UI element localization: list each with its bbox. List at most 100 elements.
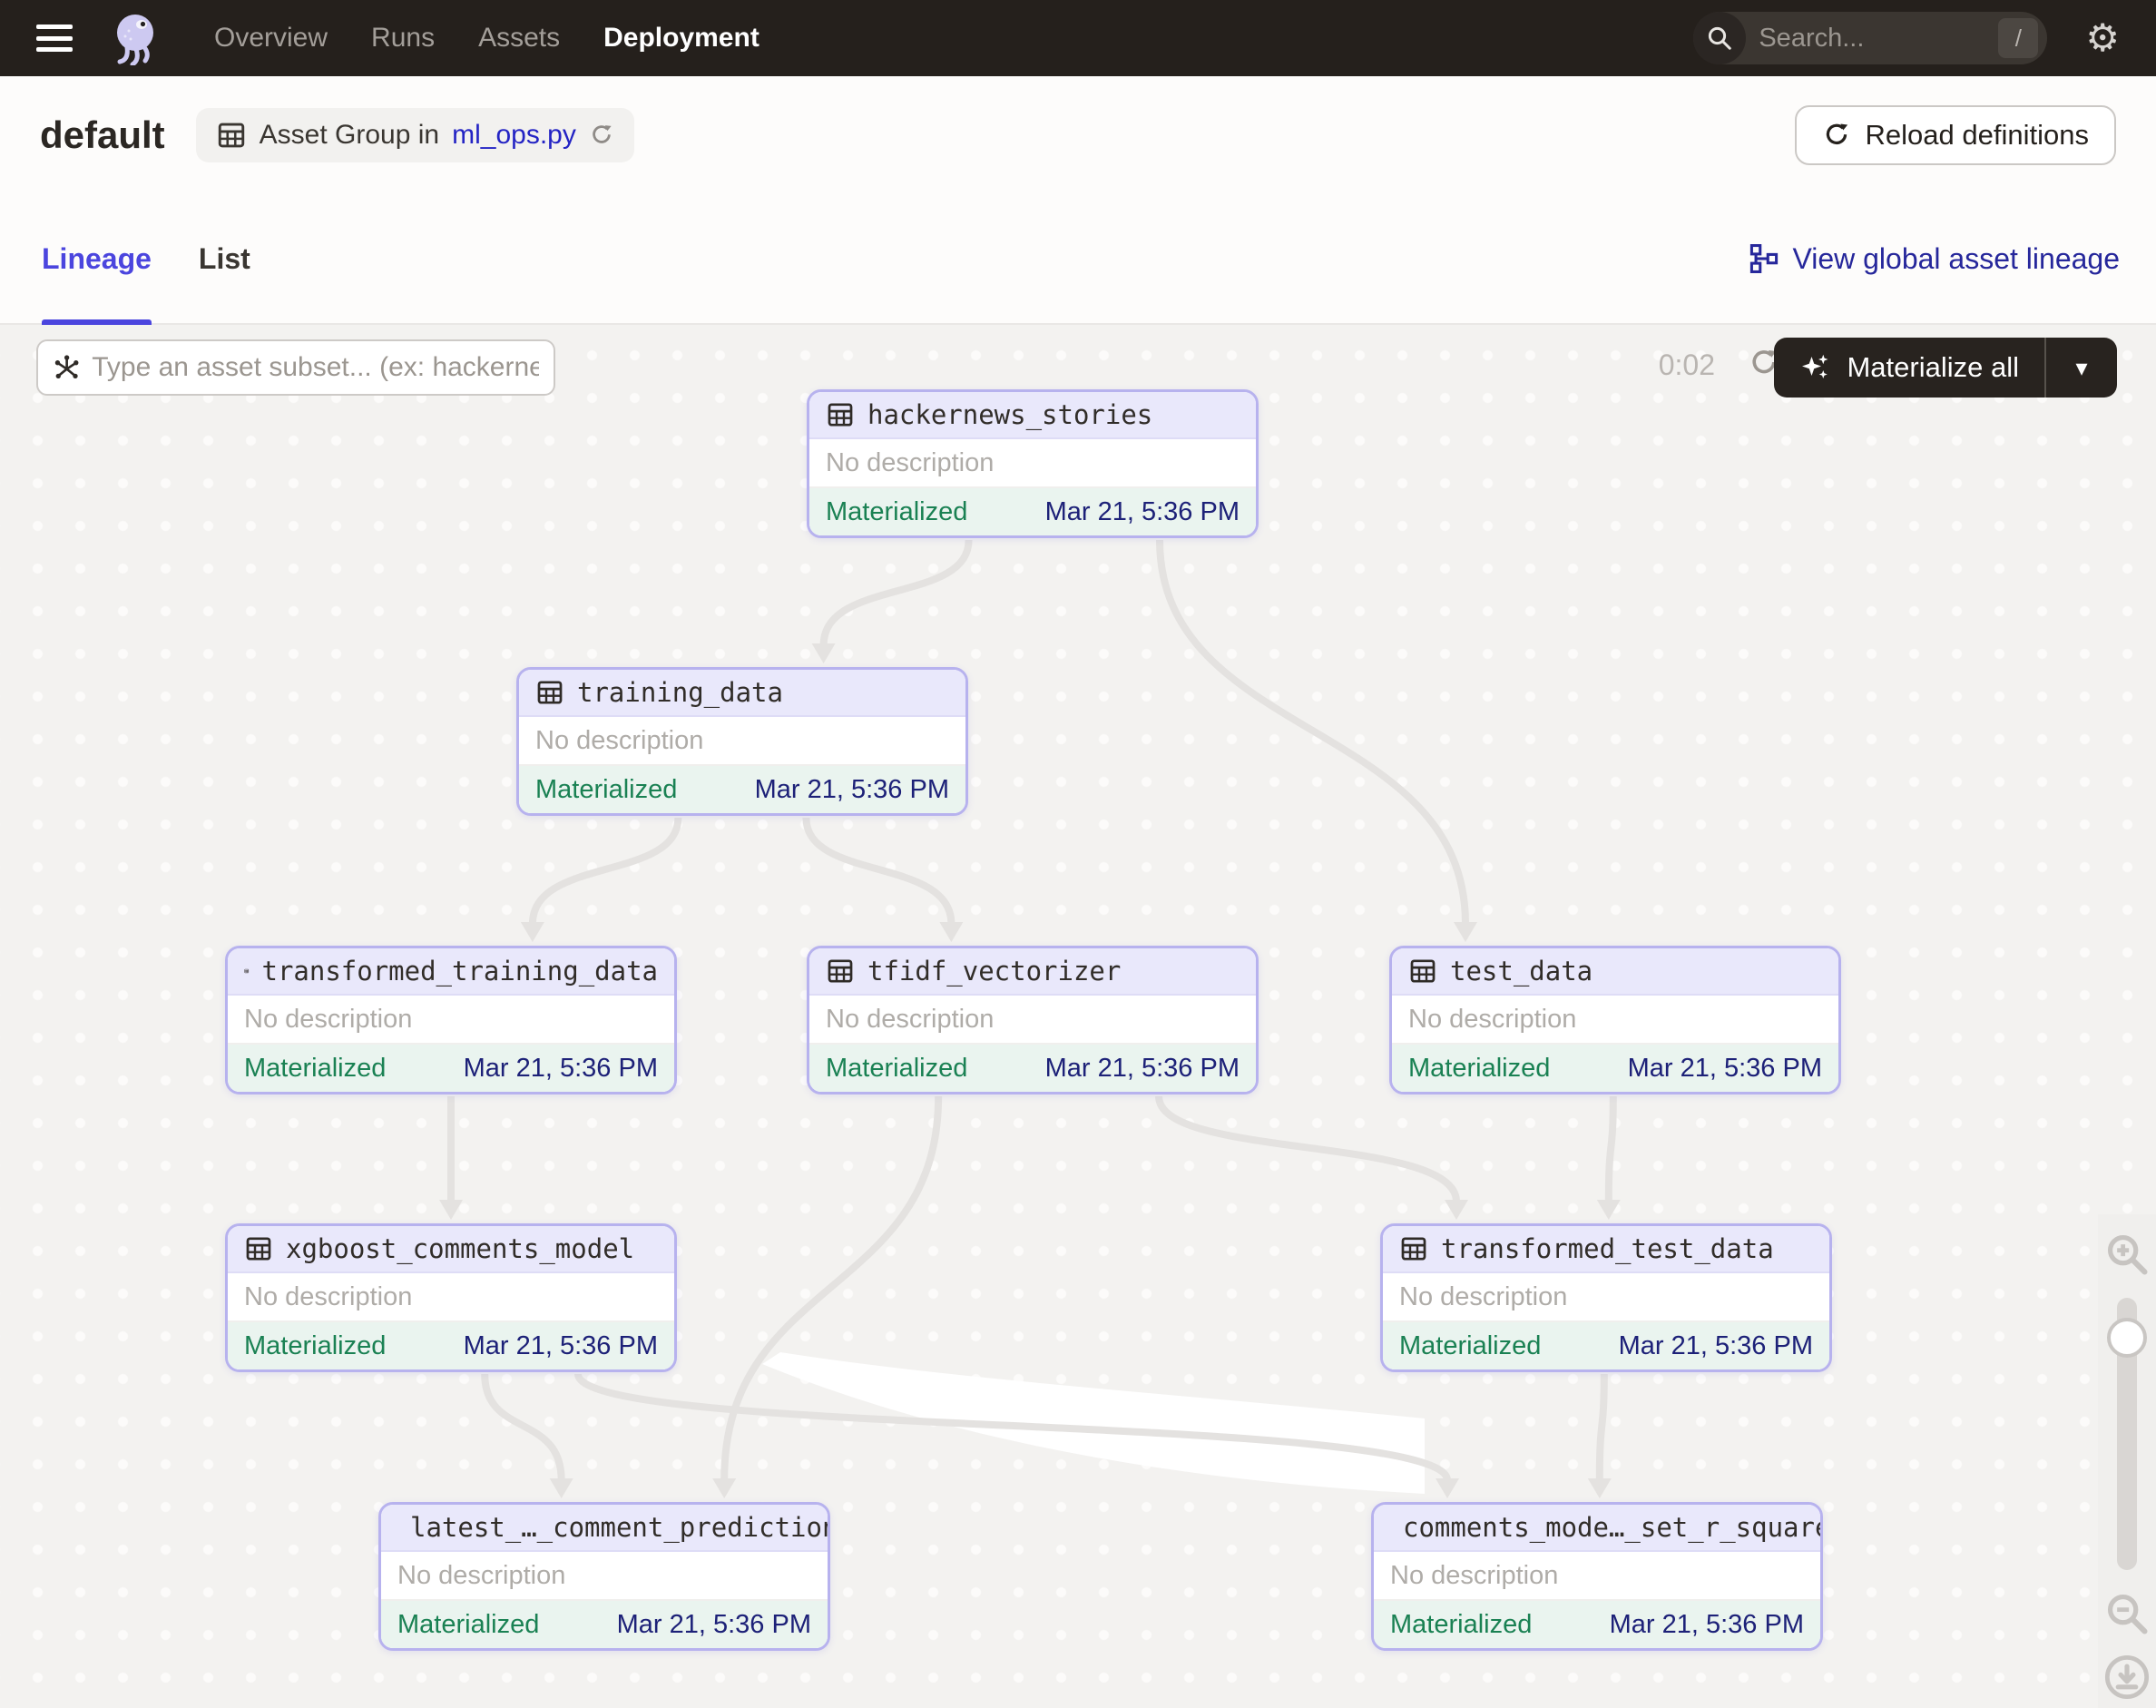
asset-status: Materialized <box>397 1610 539 1640</box>
nav-item-overview[interactable]: Overview <box>214 23 328 54</box>
asset-description: No description <box>809 996 1256 1045</box>
search-shortcut-badge: / <box>1998 18 2038 58</box>
asset-footer: MaterializedMar 21, 5:36 PM <box>809 488 1256 536</box>
hamburger-menu-icon[interactable] <box>36 25 73 52</box>
table-icon <box>826 400 855 429</box>
nav-item-assets[interactable]: Assets <box>478 23 560 54</box>
edge-arrowhead <box>812 643 836 663</box>
zoom-slider-knob[interactable] <box>2107 1318 2147 1358</box>
asset-group-label: Asset Group in <box>260 120 439 151</box>
lineage-graph-canvas[interactable]: 0:02 Materialize all ▾ hackernews_storie… <box>0 325 2156 1708</box>
zoom-in-icon[interactable] <box>2103 1231 2151 1278</box>
zoom-out-icon[interactable] <box>2103 1590 2151 1637</box>
table-icon <box>1399 1234 1428 1263</box>
asset-name: comments_mode…_set_r_squared <box>1403 1512 1823 1543</box>
asset-timestamp[interactable]: Mar 21, 5:36 PM <box>755 775 949 805</box>
refresh-timer: 0:02 <box>1659 348 1715 382</box>
asset-group-icon <box>216 120 247 151</box>
reload-definitions-label: Reload definitions <box>1866 119 2089 152</box>
asset-node-header: test_data <box>1392 948 1838 996</box>
materialize-dropdown-caret[interactable]: ▾ <box>2046 354 2117 382</box>
edge-arrowhead <box>1454 922 1477 942</box>
asset-timestamp[interactable]: Mar 21, 5:36 PM <box>464 1331 658 1361</box>
asset-timestamp[interactable]: Mar 21, 5:36 PM <box>1619 1331 1813 1361</box>
asset-footer: MaterializedMar 21, 5:36 PM <box>1383 1322 1829 1370</box>
edge-tfidf_vectorizer-to-transformed_test_data <box>1159 1096 1456 1202</box>
asset-node-hackernews_stories[interactable]: hackernews_storiesNo descriptionMaterial… <box>807 389 1259 538</box>
asset-node-header: transformed_training_data <box>228 948 674 996</box>
reload-definitions-button[interactable]: Reload definitions <box>1795 105 2116 165</box>
asset-node-test_data[interactable]: test_data No description Materialized Mar 2… <box>1389 946 1841 1094</box>
refresh-icon[interactable] <box>589 123 614 148</box>
top-nav: Overview Runs Assets Deployment / ⚙ <box>0 0 2156 76</box>
dagster-logo-icon[interactable] <box>109 11 163 65</box>
edge-arrowhead <box>521 922 544 942</box>
edge-arrowhead <box>1436 1478 1459 1498</box>
asset-node-header: xgboost_comments_model <box>228 1226 674 1273</box>
edge-arrowhead <box>1445 1200 1468 1220</box>
asset-timestamp[interactable]: Mar 21, 5:36 PM <box>1045 497 1240 527</box>
asset-node-latest_comment_predictions[interactable]: latest_…_comment_predictionsNo descripti… <box>378 1502 830 1651</box>
tab-list[interactable]: List <box>199 194 250 323</box>
asset-footer: Materialized Mar 21, 5:36 PM <box>519 766 965 814</box>
asset-description: No description <box>519 717 965 766</box>
materialize-all-label: Materialize all <box>1847 351 2019 384</box>
edge-arrowhead <box>439 1200 463 1220</box>
asset-node-xgboost_comments_model[interactable]: xgboost_comments_modelNo descriptionMate… <box>225 1223 677 1372</box>
asset-footer: Materialized Mar 21, 5:36 PM <box>1392 1045 1838 1093</box>
table-icon <box>1408 957 1437 986</box>
edge-arrowhead <box>939 922 963 942</box>
materialize-all-button[interactable]: Materialize all ▾ <box>1774 338 2117 398</box>
asset-node-header: comments_mode…_set_r_squared <box>1374 1505 1820 1552</box>
asset-node-tfidf_vectorizer[interactable]: tfidf_vectorizerNo descriptionMaterializ… <box>807 946 1259 1094</box>
asset-timestamp[interactable]: Mar 21, 5:36 PM <box>1628 1054 1822 1084</box>
op-selector-icon <box>53 352 81 383</box>
asset-description: No description <box>1392 996 1838 1045</box>
asset-filter-input[interactable] <box>92 352 539 383</box>
asset-description: No description <box>381 1552 828 1601</box>
asset-footer: Materialized Mar 21, 5:36 PM <box>381 1601 828 1649</box>
asset-status: Materialized <box>535 775 677 805</box>
asset-node-transformed_training_data[interactable]: transformed_training_data No description M… <box>225 946 677 1094</box>
search-box[interactable]: / <box>1693 12 2047 64</box>
nav-item-runs[interactable]: Runs <box>371 23 435 54</box>
asset-timestamp[interactable]: Mar 21, 5:36 PM <box>1045 1054 1240 1084</box>
search-input[interactable] <box>1759 24 1967 54</box>
table-icon <box>244 1234 273 1263</box>
asset-node-comments_model_set_r_squared[interactable]: comments_mode…_set_r_squared No descripti… <box>1371 1502 1823 1651</box>
asset-name: xgboost_comments_model <box>286 1233 634 1264</box>
asset-timestamp[interactable]: Mar 21, 5:36 PM <box>1610 1610 1804 1640</box>
table-icon <box>826 957 855 986</box>
settings-gear-icon[interactable]: ⚙ <box>2085 19 2120 57</box>
lineage-graph-icon <box>1749 243 1779 274</box>
asset-footer: MaterializedMar 21, 5:36 PM <box>1374 1601 1820 1649</box>
zoom-slider[interactable] <box>2117 1298 2137 1570</box>
nav-links: Overview Runs Assets Deployment <box>214 23 760 54</box>
tab-lineage[interactable]: Lineage <box>42 194 152 323</box>
sparkles-icon <box>1799 351 1832 384</box>
edge-hackernews_stories-to-training_data <box>824 540 969 645</box>
graph-view-controls <box>2098 1214 2156 1708</box>
asset-node-transformed_test_data[interactable]: transformed_test_dataNo descriptionMater… <box>1380 1223 1832 1372</box>
asset-filter-box[interactable] <box>36 339 555 396</box>
asset-timestamp[interactable]: Mar 21, 5:36 PM <box>464 1054 658 1084</box>
tabs-row: Lineage List View global asset lineage <box>0 194 2156 325</box>
download-view-icon[interactable] <box>2103 1654 2151 1701</box>
asset-node-header: hackernews_stories <box>809 392 1256 439</box>
page-header: default Asset Group in ml_ops.py Reload … <box>0 76 2156 194</box>
reload-icon <box>1822 121 1851 150</box>
asset-group-file-link[interactable]: ml_ops.py <box>452 120 576 151</box>
asset-name: transformed_training_data <box>262 956 659 987</box>
asset-description: No description <box>228 996 674 1045</box>
asset-status: Materialized <box>1408 1054 1550 1084</box>
asset-description: No description <box>1374 1552 1820 1601</box>
view-global-asset-lineage-link[interactable]: View global asset lineage <box>1749 242 2120 276</box>
global-lineage-label: View global asset lineage <box>1792 242 2120 276</box>
asset-node-header: tfidf_vectorizer <box>809 948 1256 996</box>
tabs: Lineage List <box>42 194 250 323</box>
nav-item-deployment[interactable]: Deployment <box>603 23 760 54</box>
asset-timestamp[interactable]: Mar 21, 5:36 PM <box>617 1610 811 1640</box>
asset-name: transformed_test_data <box>1441 1233 1774 1264</box>
asset-node-training_data[interactable]: training_dataNo descriptionMaterializedM… <box>516 667 968 816</box>
asset-name: test_data <box>1450 956 1592 987</box>
